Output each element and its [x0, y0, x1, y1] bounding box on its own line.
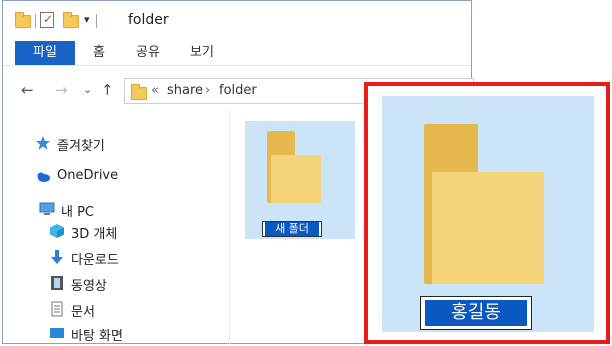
zoomed-folder-item: 홍길동 — [382, 96, 594, 332]
ribbon-tabs: 파일 홈 공유 보기 — [3, 41, 471, 66]
breadcrumb-share[interactable]: share — [167, 83, 203, 98]
cube-icon — [50, 224, 64, 238]
recent-locations-button[interactable]: ⌄ — [83, 83, 92, 96]
breadcrumb-separator: › — [205, 83, 211, 98]
download-arrow-icon — [51, 250, 63, 264]
film-icon — [51, 276, 63, 290]
navigation-pane: 즐겨찾기 OneDrive 내 PC 3D 개체 다운로드 동영상 문서 바탕 — [3, 117, 228, 345]
new-folder-item[interactable]: 새 폴더 — [245, 121, 355, 239]
computer-icon — [39, 202, 55, 215]
rename-input[interactable]: 새 폴더 — [262, 221, 322, 237]
tab-home[interactable]: 홈 — [79, 41, 119, 65]
overflow-chevron[interactable]: « — [151, 83, 159, 98]
properties-quick-access-icon[interactable]: ✓ — [40, 12, 54, 28]
back-button[interactable]: ← — [21, 81, 34, 99]
zoom-highlight-frame: 홍길동 — [364, 82, 610, 344]
desktop-icon — [50, 328, 64, 338]
folder-icon — [15, 12, 31, 28]
star-icon — [36, 136, 50, 150]
folder-icon-front — [271, 155, 321, 203]
folder-icon — [131, 84, 147, 100]
forward-button[interactable]: → — [55, 81, 68, 99]
divider — [96, 14, 97, 28]
pane-divider[interactable] — [229, 109, 230, 345]
window-title: folder — [128, 12, 169, 28]
document-icon — [51, 301, 63, 317]
tab-share[interactable]: 공유 — [123, 41, 173, 65]
divider — [35, 14, 36, 28]
tab-file[interactable]: 파일 — [15, 41, 75, 65]
breadcrumb-folder[interactable]: folder — [219, 83, 257, 98]
customize-quick-access-icon[interactable]: ▾ — [84, 13, 90, 26]
new-folder-quick-access-icon[interactable] — [63, 12, 79, 28]
cloud-icon — [37, 172, 50, 182]
rename-input-zoomed[interactable]: 홍길동 — [420, 296, 532, 330]
folder-icon-front — [432, 172, 544, 284]
up-button[interactable]: ↑ — [101, 81, 114, 99]
title-bar: ✓ ▾ folder — [3, 1, 471, 39]
tab-view[interactable]: 보기 — [177, 41, 227, 65]
